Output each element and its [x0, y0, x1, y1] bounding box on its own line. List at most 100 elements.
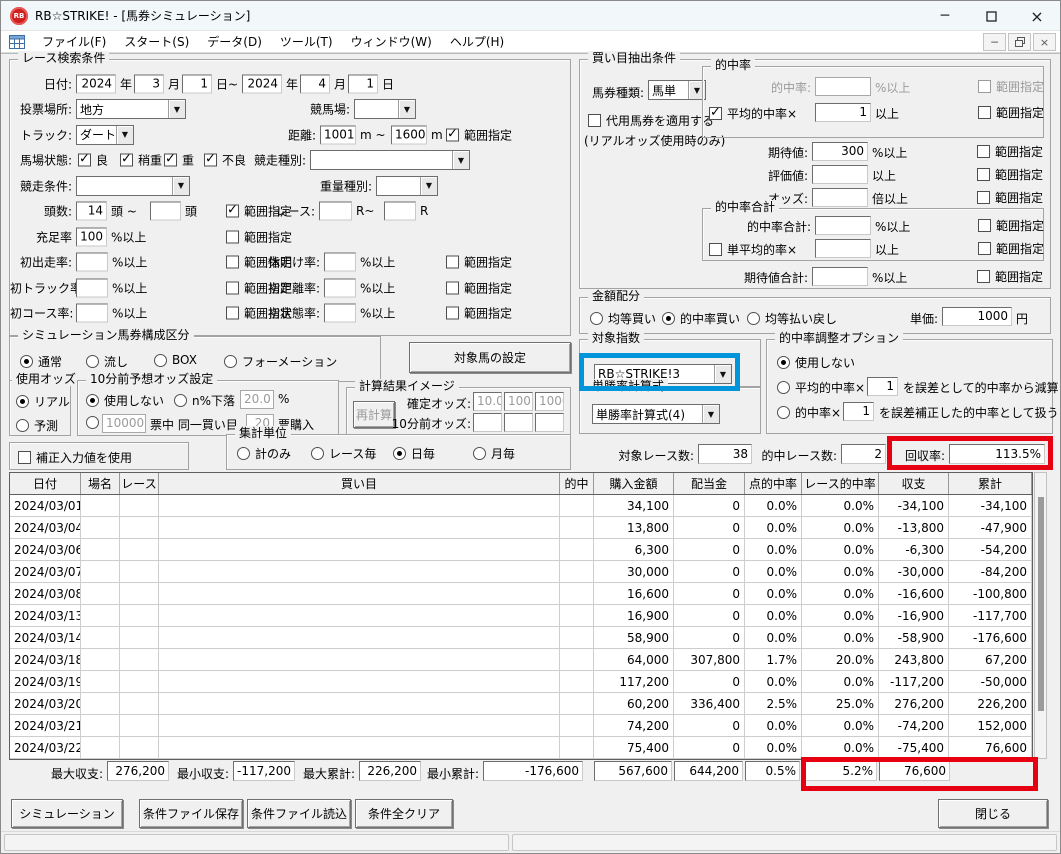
- adjust-not-use-radio[interactable]: 使用しない: [777, 354, 855, 371]
- odds10-votes-input[interactable]: 10000: [102, 414, 146, 433]
- fixed-odds-input-1[interactable]: 10.0: [473, 392, 502, 411]
- hit-rate-range-checkbox[interactable]: 範囲指定: [978, 78, 1044, 95]
- heads-from-input[interactable]: 14: [76, 202, 107, 221]
- hit-rate-input[interactable]: [815, 77, 871, 96]
- odds10-not-use-radio[interactable]: 使用しない: [86, 392, 164, 409]
- eval-range-checkbox[interactable]: 範囲指定: [977, 166, 1043, 183]
- amount-equal-radio[interactable]: 均等買い: [590, 310, 656, 327]
- distance-from-input[interactable]: 1001: [320, 125, 356, 144]
- menu-help[interactable]: ヘルプ(H): [441, 31, 513, 53]
- scrollbar-thumb[interactable]: [1038, 497, 1044, 711]
- col-date[interactable]: 日付: [10, 473, 81, 494]
- rest-range-checkbox[interactable]: 範囲指定: [446, 254, 512, 271]
- place-combobox[interactable]: 地方▼: [76, 99, 186, 119]
- col-race[interactable]: レース: [120, 473, 159, 494]
- table-row[interactable]: 2024/03/22 75,400 0 0.0% 0.0% -75,400 76…: [10, 737, 1032, 759]
- first-run-rate-input[interactable]: [76, 253, 108, 272]
- odds10-votes-radio[interactable]: [86, 416, 99, 429]
- before-odds-input-1[interactable]: [473, 413, 502, 432]
- table-row[interactable]: 2024/03/04 13,800 0 0.0% 0.0% -13,800 -4…: [10, 517, 1032, 539]
- odds-real-radio[interactable]: リアル: [16, 393, 70, 410]
- table-row[interactable]: 2024/03/07 30,000 0 0.0% 0.0% -30,000 -8…: [10, 561, 1032, 583]
- mdi-child-grid-icon[interactable]: [9, 35, 25, 49]
- minimize-button[interactable]: ─: [922, 1, 968, 31]
- amount-hit-rate-radio[interactable]: 的中率買い: [662, 310, 740, 327]
- odds-predict-radio[interactable]: 予測: [16, 417, 58, 434]
- date-month2-input[interactable]: 4: [300, 74, 330, 93]
- single-avg-range-checkbox[interactable]: 範囲指定: [978, 240, 1044, 257]
- date-year2-input[interactable]: 2024: [242, 74, 282, 93]
- col-balance[interactable]: 収支: [879, 473, 949, 494]
- adjust-hit-radio[interactable]: 的中率×: [777, 404, 841, 421]
- first-distance-rate-input[interactable]: [324, 278, 356, 297]
- expect-range-checkbox[interactable]: 範囲指定: [977, 143, 1043, 160]
- date-day1-input[interactable]: 1: [182, 74, 212, 93]
- single-avg-checkbox[interactable]: 単平均的率×: [709, 241, 797, 258]
- odds10-npct-radio[interactable]: n%下落: [174, 392, 235, 409]
- baba-good-checkbox[interactable]: 良: [78, 152, 108, 169]
- menu-start[interactable]: スタート(S): [115, 31, 198, 53]
- distance-to-input[interactable]: 1600: [391, 125, 427, 144]
- save-condition-file-button[interactable]: 条件ファイル保存: [139, 799, 243, 828]
- fixed-odds-input-2[interactable]: 100.0: [504, 392, 533, 411]
- avg-hit-range-checkbox[interactable]: 範囲指定: [978, 104, 1044, 121]
- fixed-odds-input-3[interactable]: 1000: [535, 392, 564, 411]
- col-payout[interactable]: 配当金: [674, 473, 745, 494]
- single-avg-input[interactable]: [815, 239, 871, 258]
- simulation-button[interactable]: シミュレーション: [11, 799, 123, 828]
- col-purchase[interactable]: 購入金額: [594, 473, 674, 494]
- tally-per-day-radio[interactable]: 日毎: [393, 445, 435, 462]
- expect-input[interactable]: 300: [812, 142, 868, 161]
- distance-range-checkbox[interactable]: 範囲指定: [446, 126, 512, 143]
- mdi-restore-button[interactable]: [1008, 33, 1031, 51]
- expect-total-range-checkbox[interactable]: 範囲指定: [977, 268, 1043, 285]
- table-row[interactable]: 2024/03/13 16,900 0 0.0% 0.0% -16,900 -1…: [10, 605, 1032, 627]
- maximize-button[interactable]: [968, 1, 1014, 31]
- first-state-rate-input[interactable]: [324, 304, 356, 323]
- col-race-rate[interactable]: レース的中率: [802, 473, 879, 494]
- hit-total-input[interactable]: [815, 216, 871, 235]
- ticket-type-combobox[interactable]: 馬単▼: [648, 80, 706, 100]
- first-state-range-checkbox[interactable]: 範囲指定: [446, 305, 512, 322]
- table-row[interactable]: 2024/03/06 6,300 0 0.0% 0.0% -6,300 -54,…: [10, 539, 1032, 561]
- col-place[interactable]: 場名: [81, 473, 120, 494]
- race-to-input[interactable]: [384, 202, 416, 221]
- table-row[interactable]: 2024/03/08 16,600 0 0.0% 0.0% -16,600 -1…: [10, 583, 1032, 605]
- mdi-close-button[interactable]: ×: [1033, 33, 1056, 51]
- first-course-rate-input[interactable]: [76, 304, 108, 323]
- sim-normal-radio[interactable]: 通常: [20, 353, 62, 370]
- tally-per-month-radio[interactable]: 月毎: [473, 445, 515, 462]
- sim-nagashi-radio[interactable]: 流し: [86, 353, 128, 370]
- race-cond-combobox[interactable]: ▼: [76, 176, 190, 196]
- fill-rate-input[interactable]: 100: [76, 227, 107, 246]
- adjust-avg-radio[interactable]: 平均的中率×: [777, 379, 865, 396]
- hosei-checkbox[interactable]: 補正入力値を使用: [18, 449, 132, 466]
- eval-input[interactable]: [812, 165, 868, 184]
- win-calc-combobox[interactable]: 単勝率計算式(4)▼: [592, 404, 720, 424]
- weight-kind-combobox[interactable]: ▼: [376, 176, 438, 196]
- clear-all-conditions-button[interactable]: 条件全クリア: [355, 799, 453, 828]
- menu-tool[interactable]: ツール(T): [271, 31, 342, 53]
- table-vertical-scrollbar[interactable]: [1034, 472, 1047, 759]
- fill-range-checkbox[interactable]: 範囲指定: [226, 228, 292, 245]
- baba-slightly-heavy-checkbox[interactable]: 稍重: [120, 152, 162, 169]
- col-total[interactable]: 累計: [949, 473, 1032, 494]
- table-row[interactable]: 2024/03/01 34,100 0 0.0% 0.0% -34,100 -3…: [10, 495, 1032, 517]
- table-row[interactable]: 2024/03/20 60,200 336,400 2.5% 25.0% 276…: [10, 693, 1032, 715]
- sim-box-radio[interactable]: BOX: [154, 353, 197, 367]
- daiyo-checkbox[interactable]: 代用馬券を適用する: [588, 112, 714, 129]
- tally-per-race-radio[interactable]: レース毎: [311, 445, 376, 462]
- adjust-avg-input[interactable]: 1: [867, 377, 898, 396]
- hit-total-range-checkbox[interactable]: 範囲指定: [978, 217, 1044, 234]
- before-odds-input-3[interactable]: [535, 413, 564, 432]
- track-combobox[interactable]: ダート▼: [76, 125, 134, 145]
- col-point-rate[interactable]: 点的中率: [745, 473, 802, 494]
- target-horse-settings-button[interactable]: 対象馬の設定: [409, 342, 571, 373]
- load-condition-file-button[interactable]: 条件ファイル読込: [247, 799, 351, 828]
- before-odds-input-2[interactable]: [504, 413, 533, 432]
- close-window-button[interactable]: 閉じる: [938, 799, 1048, 828]
- table-row[interactable]: 2024/03/14 58,900 0 0.0% 0.0% -58,900 -1…: [10, 627, 1032, 649]
- rest-rate-input[interactable]: [324, 253, 356, 272]
- first-track-rate-input[interactable]: [76, 278, 108, 297]
- table-row[interactable]: 2024/03/18 64,000 307,800 1.7% 20.0% 243…: [10, 649, 1032, 671]
